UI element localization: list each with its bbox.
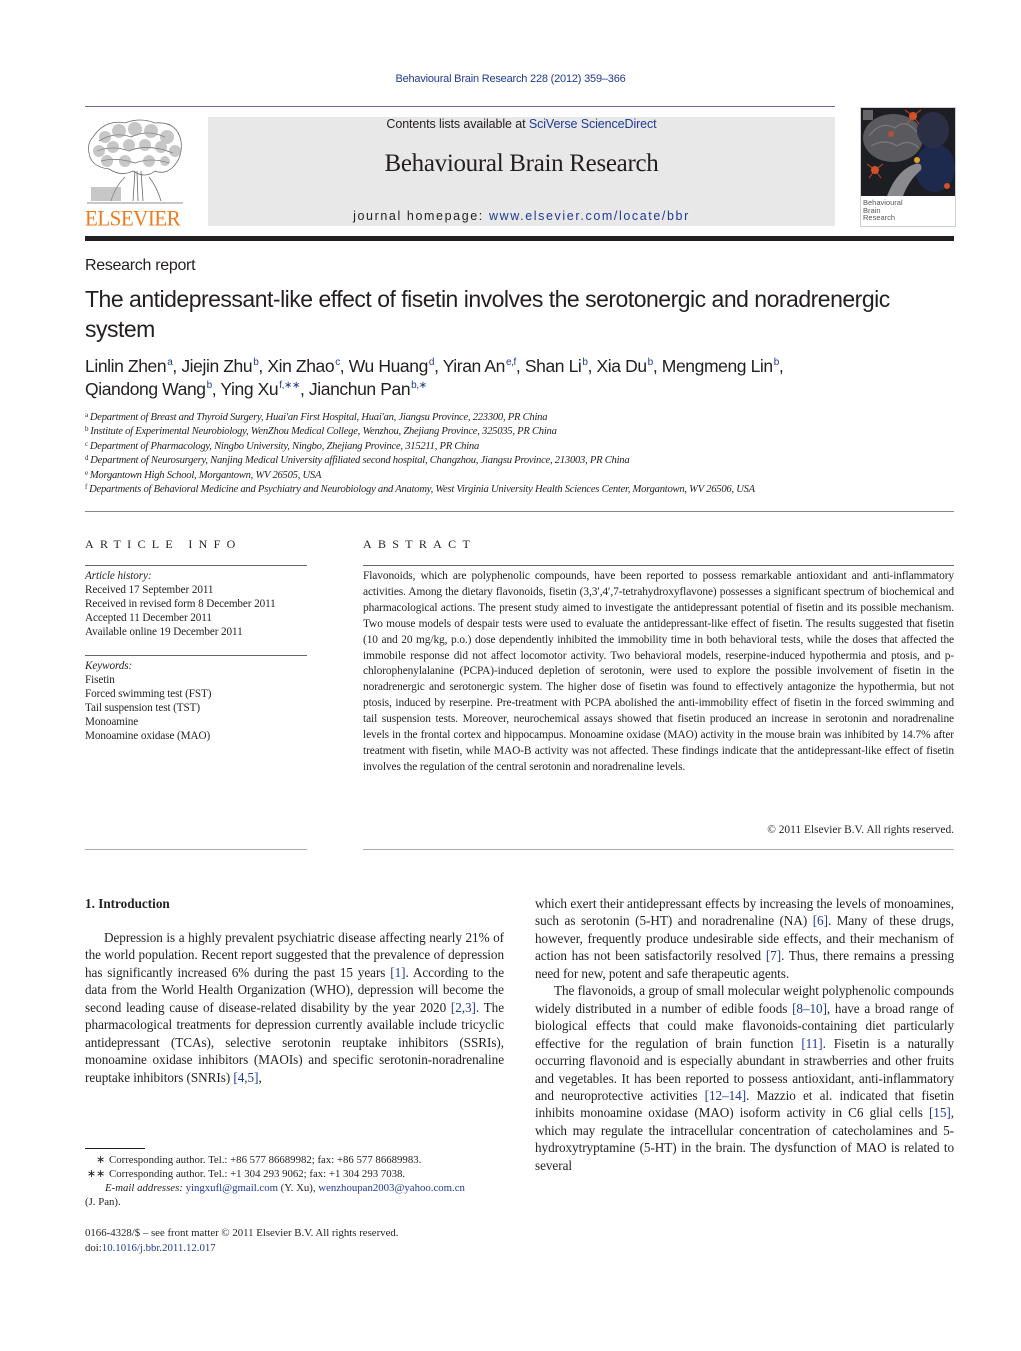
journal-title: Behavioural Brain Research xyxy=(384,150,659,177)
homepage-link[interactable]: www.elsevier.com/locate/bbr xyxy=(489,209,690,223)
keyword: Monoamine xyxy=(85,716,139,729)
keywords-label: Keywords: xyxy=(85,660,133,672)
abstract-copyright: © 2011 Elsevier B.V. All rights reserved… xyxy=(767,824,954,836)
citation-link[interactable]: [11] xyxy=(801,1036,822,1051)
history-item: Received in revised form 8 December 2011 xyxy=(85,598,276,611)
article-history: Article history: Received 17 September 2… xyxy=(85,569,325,639)
issn-line: 0166-4328/$ – see front matter © 2011 El… xyxy=(85,1227,399,1239)
affiliation-marker[interactable]: e,f xyxy=(506,357,516,368)
cover-title: Behavioural Brain Research xyxy=(861,196,955,225)
author[interactable]: Yiran Ane,f xyxy=(443,356,517,376)
doi-line: doi:10.1016/j.bbr.2011.12.017 xyxy=(85,1242,216,1254)
elsevier-tree-icon xyxy=(85,117,185,209)
footnote-emails: E-mail addresses: yingxufl@gmail.com (Y.… xyxy=(85,1182,465,1209)
citation-link[interactable]: [12–14] xyxy=(705,1088,746,1103)
affiliation: b Institute of Experimental Neurobiology,… xyxy=(85,425,557,438)
header-rule xyxy=(85,106,835,107)
author[interactable]: Qiandong Wangb xyxy=(85,379,212,399)
homepage-prefix: journal homepage: xyxy=(353,209,489,223)
article-info-bottom-rule xyxy=(85,849,307,850)
keywords: Keywords: Fisetin Forced swimming test (… xyxy=(85,659,325,744)
author[interactable]: Wu Huangd xyxy=(349,356,435,376)
footnote-corresponding-2: ∗∗ Corresponding author. Tel.: +1 304 293… xyxy=(86,1168,406,1181)
history-item: Available online 19 December 2011 xyxy=(85,626,243,639)
affiliation-divider xyxy=(85,511,954,512)
article-info-heading: ARTICLE INFO xyxy=(85,537,242,551)
abstract-body: Flavonoids, which are polyphenolic compo… xyxy=(363,570,954,773)
author[interactable]: Ying Xuf,∗∗ xyxy=(220,379,300,399)
affiliation-marker[interactable]: b,∗ xyxy=(411,380,427,391)
paragraph: The flavonoids, a group of small molecul… xyxy=(535,983,954,1173)
contents-line: Contents lists available at SciVerse Sci… xyxy=(208,117,835,131)
doi-link[interactable]: 10.1016/j.bbr.2011.12.017 xyxy=(102,1242,216,1254)
contents-prefix: Contents lists available at xyxy=(386,117,529,131)
paragraph: which exert their antidepressant effects… xyxy=(535,896,955,981)
keyword: Monoamine oxidase (MAO) xyxy=(85,730,211,743)
elsevier-wordmark: ELSEVIER xyxy=(85,205,181,231)
affiliation: c Department of Pharmacology, Ningbo Univ… xyxy=(85,439,480,452)
cover-title-line: Research xyxy=(863,213,896,222)
keyword: Tail suspension test (TST) xyxy=(85,702,201,715)
citation-link[interactable]: [6] xyxy=(813,913,828,928)
section-heading-introduction: 1. Introduction xyxy=(85,896,170,911)
affiliation: e Morgantown High School, Morgantown, WV … xyxy=(85,468,322,481)
author[interactable]: Mengmeng Linb xyxy=(662,356,780,376)
sciencedirect-link[interactable]: SciVerse ScienceDirect xyxy=(529,117,657,131)
citation-link[interactable]: [8–10] xyxy=(792,1001,827,1016)
citation-link[interactable]: [1] xyxy=(390,965,405,980)
cover-brain-image-icon xyxy=(861,108,955,196)
author[interactable]: Shan Lib xyxy=(525,356,588,376)
email-link[interactable]: wenzhoupan2003@yahoo.com.cn xyxy=(318,1182,465,1194)
citation-link[interactable]: [4,5] xyxy=(233,1070,258,1085)
article-title: The antidepressant-like effect of fiseti… xyxy=(85,286,890,342)
history-item: Received 17 September 2011 xyxy=(85,584,214,597)
history-item: Accepted 11 December 2011 xyxy=(85,612,212,625)
affiliation-marker[interactable]: f,∗∗ xyxy=(279,380,300,391)
keyword: Fisetin xyxy=(85,674,115,687)
footnote-rule xyxy=(85,1148,145,1149)
author[interactable]: Jiejin Zhub xyxy=(181,356,258,376)
affiliation-list: a Department of Breast and Thyroid Surger… xyxy=(85,411,955,497)
body-column-right: which exert their antidepressant effects… xyxy=(535,895,954,1174)
journal-banner: Contents lists available at SciVerse Sci… xyxy=(208,117,835,226)
citation-link[interactable]: [7] xyxy=(766,948,781,963)
citation-link[interactable]: [15] xyxy=(929,1105,951,1120)
masthead-divider xyxy=(85,236,954,241)
keyword: Forced swimming test (FST) xyxy=(85,688,212,701)
author[interactable]: Linlin Zhena xyxy=(85,356,173,376)
author[interactable]: Jianchun Panb,∗ xyxy=(309,379,427,399)
running-header[interactable]: Behavioural Brain Research 228 (2012) 35… xyxy=(0,73,1021,85)
abstract-rule xyxy=(363,565,954,566)
body-column-left: 1. Introduction Depression is a highly p… xyxy=(85,895,504,1086)
affiliation: d Department of Neurosurgery, Nanjing Med… xyxy=(85,454,630,467)
homepage-line: journal homepage: www.elsevier.com/locat… xyxy=(208,209,835,223)
paragraph: Depression is a highly prevalent psychia… xyxy=(85,930,504,1085)
elsevier-logo[interactable]: ELSEVIER xyxy=(85,117,185,229)
citation-link[interactable]: [2,3] xyxy=(451,1000,476,1015)
footnotes: ∗ Corresponding author. Tel.: +86 577 866… xyxy=(85,1153,504,1209)
front-matter: 0166-4328/$ – see front matter © 2011 El… xyxy=(85,1226,504,1256)
article-type: Research report xyxy=(85,257,196,274)
affiliation: f Departments of Behavioral Medicine and … xyxy=(85,483,755,496)
abstract-bottom-rule xyxy=(363,849,954,850)
author-list: Linlin Zhena, Jiejin Zhub, Xin Zhaoc, Wu… xyxy=(85,356,784,399)
article-history-label: Article history: xyxy=(85,570,152,582)
journal-cover[interactable]: Behavioural Brain Research xyxy=(860,107,956,227)
abstract-heading: ABSTRACT xyxy=(363,537,477,551)
author[interactable]: Xin Zhaoc xyxy=(267,356,340,376)
keywords-rule xyxy=(85,655,307,656)
affiliation: a Department of Breast and Thyroid Surger… xyxy=(85,411,548,424)
article-info-rule xyxy=(85,565,307,566)
footnote-corresponding-1: ∗ Corresponding author. Tel.: +86 577 866… xyxy=(95,1154,422,1166)
email-link[interactable]: yingxufl@gmail.com xyxy=(186,1182,278,1194)
author[interactable]: Xia Dub xyxy=(597,356,654,376)
